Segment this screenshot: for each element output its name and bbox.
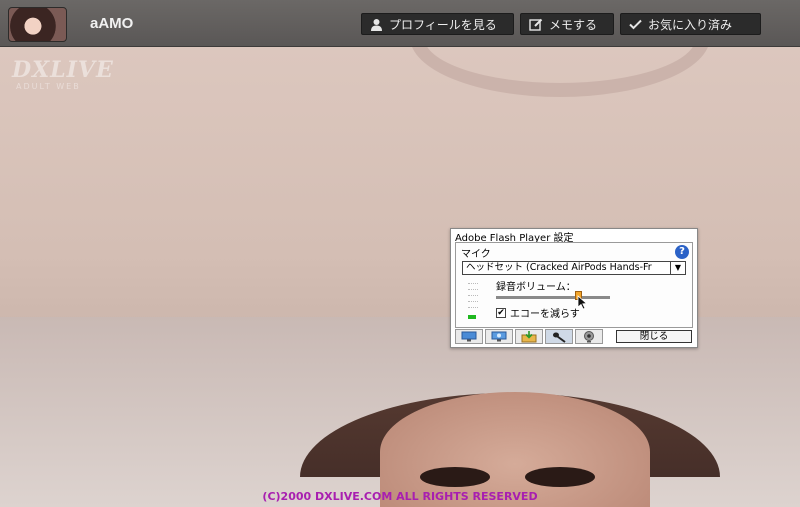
username[interactable]: aAMO — [90, 15, 133, 32]
person-icon — [371, 18, 382, 31]
monitor-storage-icon — [491, 331, 507, 342]
microphone-panel: マイク ? ヘッドセット (Cracked AirPods Hands-Fr ▼… — [455, 242, 693, 328]
webcam-icon — [584, 330, 594, 342]
chevron-down-icon[interactable]: ▼ — [670, 262, 685, 274]
record-volume-slider[interactable] — [496, 296, 610, 299]
echo-reduce-option[interactable]: ✔ エコーを減らす — [496, 305, 580, 320]
view-profile-label: プロフィールを見る — [389, 17, 497, 32]
tab-record[interactable] — [515, 329, 543, 344]
memo-label: メモする — [549, 17, 598, 32]
tab-local-storage[interactable] — [485, 329, 513, 344]
settings-tabs — [455, 329, 603, 344]
echo-label: エコーを減らす — [510, 309, 580, 320]
flash-settings-dialog: Adobe Flash Player 設定 マイク ? ヘッドセット (Crac… — [450, 228, 698, 348]
performer-eye-left — [420, 467, 490, 487]
microphone-device-value: ヘッドセット (Cracked AirPods Hands-Fr — [466, 262, 652, 273]
avatar[interactable] — [8, 7, 67, 42]
help-icon[interactable]: ? — [675, 245, 689, 259]
microphone-device-select[interactable]: ヘッドセット (Cracked AirPods Hands-Fr ▼ — [462, 261, 686, 275]
view-profile-button[interactable]: プロフィールを見る — [361, 13, 514, 35]
performer-eye-right — [525, 467, 595, 487]
record-volume-label: 録音ボリューム： — [496, 282, 576, 293]
tab-microphone[interactable] — [545, 329, 573, 344]
microphone-icon — [553, 332, 566, 343]
dxlive-logo: DXLIVE — [12, 57, 114, 83]
copyright-text: (C)2000 DXLIVE.COM ALL RIGHTS RESERVED — [262, 490, 538, 503]
activity-level-meter — [468, 283, 480, 319]
tab-camera[interactable] — [575, 329, 603, 344]
favorite-label: お気に入り済み — [648, 17, 733, 32]
level-indicator — [468, 315, 476, 319]
favorite-button[interactable]: お気に入り済み — [620, 13, 761, 35]
folder-download-icon — [521, 330, 537, 342]
edit-icon — [529, 18, 543, 31]
tab-privacy[interactable] — [455, 329, 483, 344]
monitor-icon — [461, 331, 477, 342]
dxlive-logo-subtitle: ADULT WEB — [16, 82, 81, 91]
ceiling-light — [410, 47, 710, 97]
check-icon — [629, 19, 642, 29]
top-bar: aAMO プロフィールを見る メモする お気に入り済み — [0, 0, 800, 47]
memo-button[interactable]: メモする — [520, 13, 614, 35]
close-button[interactable]: 閉じる — [616, 330, 692, 343]
section-title: マイク — [461, 249, 491, 260]
echo-checkbox[interactable]: ✔ — [496, 307, 506, 318]
